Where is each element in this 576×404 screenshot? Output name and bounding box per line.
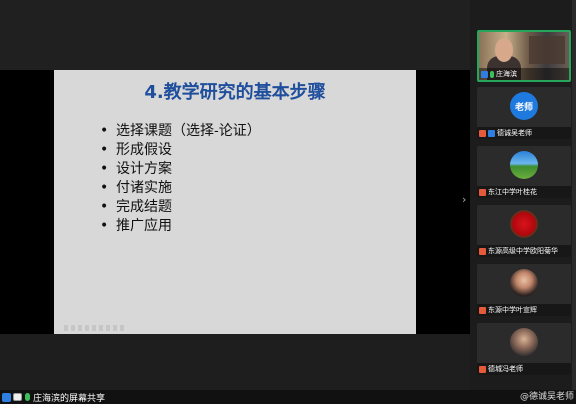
participant-tile[interactable]: ⌄ 德城冯老师: [477, 323, 571, 375]
camera-person-face: [495, 38, 513, 62]
slide-bullet-item: 推广应用: [100, 217, 261, 236]
avatar: 老师: [510, 92, 538, 120]
avatar: [510, 269, 538, 297]
slide-bullet-item: 完成结题: [100, 198, 261, 217]
participant-label: 东江中学叶桂花: [477, 186, 571, 198]
mic-muted-icon: [479, 365, 486, 373]
top-blank-area: [0, 0, 470, 70]
avatar: [510, 328, 538, 356]
participant-name: 德城冯老师: [488, 365, 523, 373]
participant-tile[interactable]: 东源高级中学欧阳菊华: [477, 205, 571, 257]
slide-bullet-item: 付诸实施: [100, 179, 261, 198]
mic-icon: [490, 70, 494, 78]
participant-tile[interactable]: 东江中学叶桂花: [477, 146, 571, 198]
mic-muted-icon: [479, 247, 486, 255]
chevron-right-icon[interactable]: ›: [462, 194, 466, 206]
watermark-label: @德诚吴老师: [519, 392, 574, 402]
participant-name: 庄海滨: [496, 70, 517, 78]
mic-muted-icon: [479, 306, 486, 314]
sharer-label: 庄海滨的屏幕共享: [33, 393, 106, 404]
slide-bullet-item: 选择课题（选择-论证）: [100, 122, 261, 141]
slide-footer-decoration: [64, 325, 124, 331]
participant-name: 德诚吴老师: [497, 129, 532, 137]
participant-tile[interactable]: 老师 德诚吴老师: [477, 87, 571, 139]
sidebar-scrollbar[interactable]: [572, 0, 576, 390]
main-stage: 4.教学研究的基本步骤 选择课题（选择-论证） 形成假设 设计方案 付诸实施 完…: [0, 0, 470, 390]
camera-background: [529, 36, 565, 64]
participant-name: 东江中学叶桂花: [488, 188, 537, 196]
screen-share-icon: [13, 393, 22, 401]
presentation-slide: 4.教学研究的基本步骤 选择课题（选择-论证） 形成假设 设计方案 付诸实施 完…: [54, 70, 416, 334]
participant-label: 德诚吴老师: [477, 127, 571, 139]
user-icon: [488, 129, 495, 137]
participant-tile[interactable]: 庄海滨: [477, 30, 571, 82]
bottom-status-bar: 庄海滨的屏幕共享 @德诚吴老师: [0, 390, 576, 404]
participant-label: 东源中学叶宣辉: [477, 304, 571, 316]
participant-name: 东源中学叶宣辉: [488, 306, 537, 314]
mic-icon: [25, 393, 30, 401]
screen-share-indicator[interactable]: 庄海滨的屏幕共享: [2, 390, 105, 404]
avatar: [510, 151, 538, 179]
participant-label: 东源高级中学欧阳菊华: [477, 245, 571, 257]
mic-muted-icon: [479, 129, 486, 137]
participant-name: 东源高级中学欧阳菊华: [488, 247, 558, 255]
slide-bullet-item: 设计方案: [100, 160, 261, 179]
participant-label: 德城冯老师: [477, 363, 571, 375]
slide-title: 4.教学研究的基本步骤: [144, 82, 326, 103]
participant-tile[interactable]: 东源中学叶宣辉: [477, 264, 571, 316]
mic-muted-icon: [479, 188, 486, 196]
avatar: [510, 210, 538, 238]
user-icon: [481, 70, 488, 78]
slide-bullet-item: 形成假设: [100, 141, 261, 160]
slide-bullet-list: 选择课题（选择-论证） 形成假设 设计方案 付诸实施 完成结题 推广应用: [100, 122, 261, 236]
user-icon: [2, 392, 11, 402]
participant-label: 庄海滨: [479, 68, 569, 80]
